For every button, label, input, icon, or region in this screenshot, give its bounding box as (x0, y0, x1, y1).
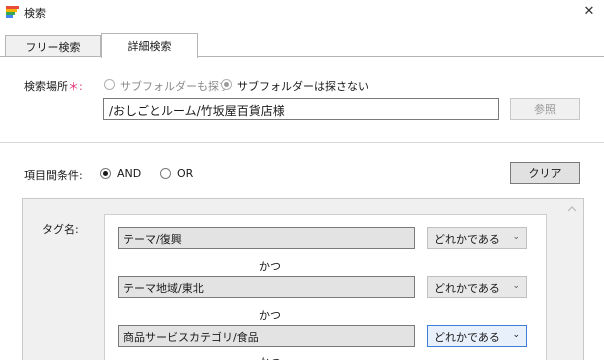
tab-rule (0, 56, 604, 57)
tag-field-3[interactable]: 商品サービスカテゴリ/食品 (118, 325, 415, 347)
exclude-subfolders-label: サブフォルダーは探さない (237, 80, 369, 93)
clear-button[interactable]: クリア (510, 162, 580, 184)
match-dropdown-1-value: どれかである (434, 233, 500, 246)
tab-detail-search-label: 詳細検索 (127, 40, 172, 53)
chevron-down-icon: ⌄ (512, 232, 520, 242)
close-button[interactable]: ✕ (578, 2, 600, 20)
match-dropdown-3[interactable]: どれかである ⌄ (427, 325, 527, 347)
title-bar: 検索 ✕ (0, 0, 604, 24)
tag-field-1[interactable]: テーマ/復興 (118, 227, 415, 249)
chevron-down-icon: ⌄ (512, 281, 520, 291)
required-mark: ＊: (68, 80, 83, 93)
match-dropdown-3-value: どれかである (434, 331, 500, 344)
tab-free-search[interactable]: フリー検索 (5, 35, 101, 57)
folder-path-field[interactable]: /おしごとルーム/竹坂屋百貨店様 (103, 98, 499, 120)
include-subfolders-label: サブフォルダーも探す (120, 80, 230, 93)
match-dropdown-2[interactable]: どれかである ⌄ (427, 276, 527, 298)
tag-name-label: タグ名: (42, 223, 79, 236)
app-color-stripes-icon (6, 6, 19, 18)
radio-include-subfolders[interactable] (104, 79, 115, 90)
clear-button-label: クリア (528, 167, 562, 180)
and-label: AND (117, 167, 142, 180)
connector-and-3: かつ (259, 354, 281, 360)
match-dropdown-2-value: どれかである (434, 282, 500, 295)
connector-and-1: かつ (259, 260, 281, 273)
window-title: 検索 (24, 7, 46, 20)
radio-or[interactable] (160, 168, 171, 179)
condition-label: 項目間条件: (24, 169, 83, 182)
browse-button[interactable]: 参照 (510, 98, 580, 120)
radio-exclude-subfolders[interactable] (221, 79, 232, 90)
chevron-down-icon: ⌄ (512, 330, 520, 340)
close-icon: ✕ (583, 3, 595, 19)
connector-and-2: かつ (259, 309, 281, 322)
tab-bar: フリー検索 詳細検索 (0, 33, 604, 58)
section-divider (0, 142, 604, 143)
match-dropdown-1[interactable]: どれかである ⌄ (427, 227, 527, 249)
radio-and[interactable] (100, 168, 111, 179)
search-location-label: 検索場所＊: (24, 80, 83, 93)
or-label: OR (177, 167, 194, 180)
tab-detail-search[interactable]: 詳細検索 (101, 33, 198, 58)
scroll-up-arrow-icon[interactable] (566, 204, 578, 214)
tag-field-2[interactable]: テーマ地域/東北 (118, 276, 415, 298)
browse-button-label: 参照 (534, 103, 556, 116)
tab-free-search-label: フリー検索 (25, 40, 81, 54)
